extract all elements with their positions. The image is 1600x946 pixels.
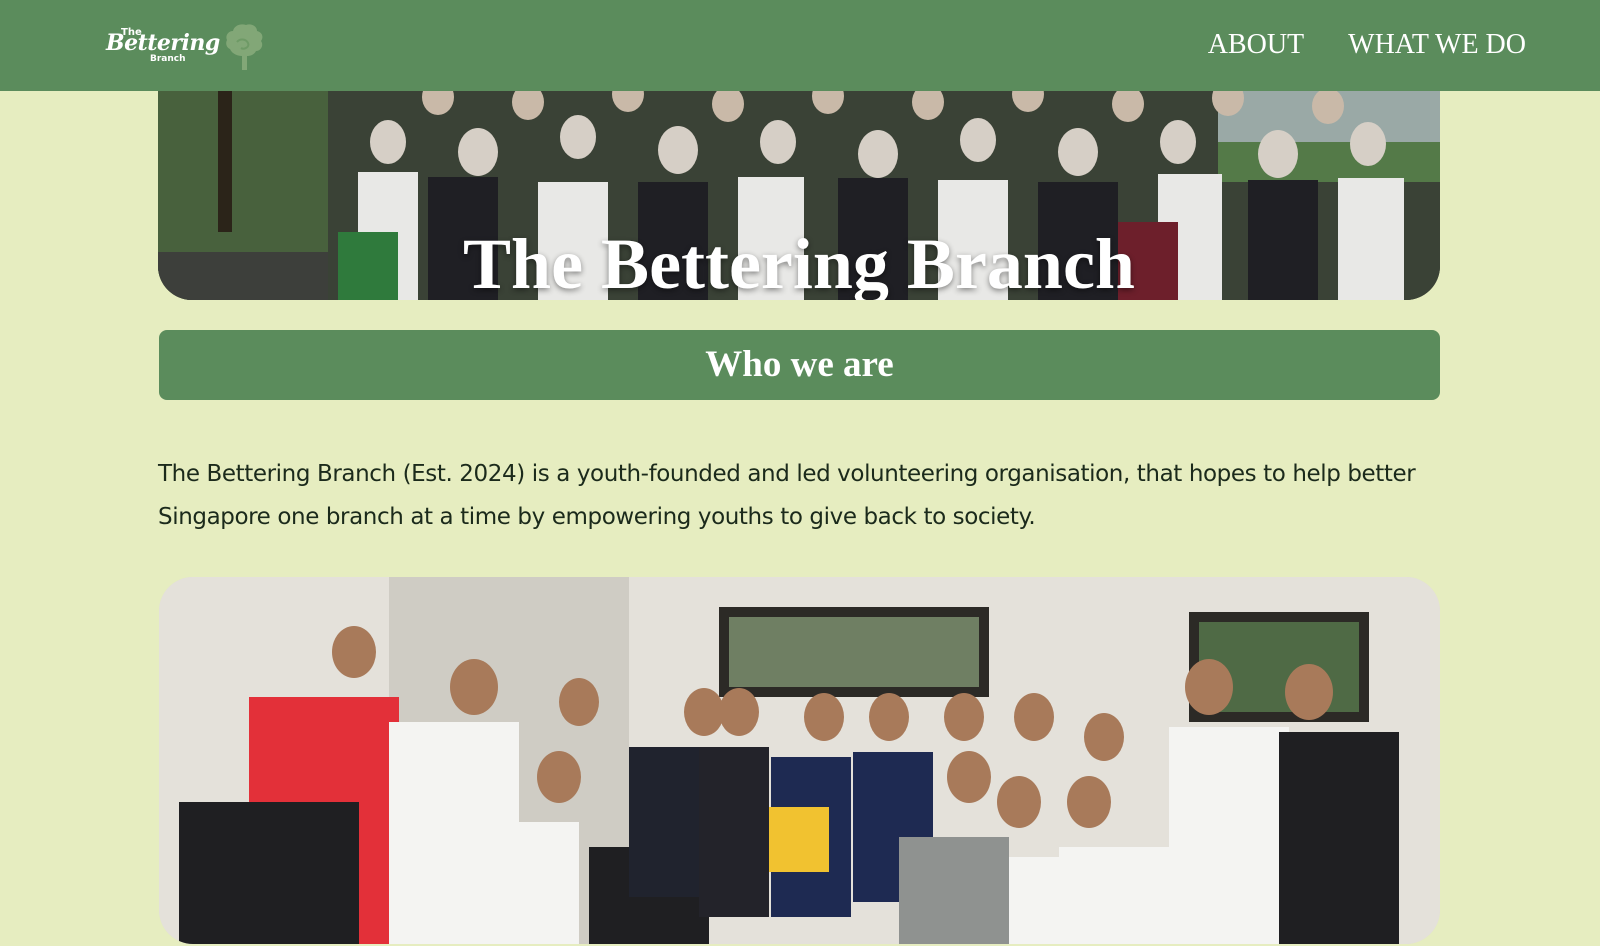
team-group-photo [159,577,1440,944]
nav-what-we-do-link[interactable]: WHAT WE DO [1348,28,1526,62]
nav-links: ABOUT WHAT WE DO [1208,28,1526,62]
hero-title: The Bettering Branch [463,224,1135,300]
about-paragraph: The Bettering Branch (Est. 2024) is a yo… [158,461,1416,530]
team-group-photo-image [159,577,1440,944]
site-logo[interactable]: The Bettering Branch [104,22,220,68]
logo-bettering-text: Bettering [106,30,220,56]
hero-banner: The Bettering Branch [158,82,1440,300]
top-navbar: The Bettering Branch ABOUT WHAT WE DO [0,0,1600,91]
who-we-are-banner: Who we are [159,330,1440,400]
logo-branch-text: Branch [150,54,186,64]
nav-about-link[interactable]: ABOUT [1208,28,1304,62]
tree-icon [226,24,263,71]
who-we-are-title: Who we are [705,344,894,385]
